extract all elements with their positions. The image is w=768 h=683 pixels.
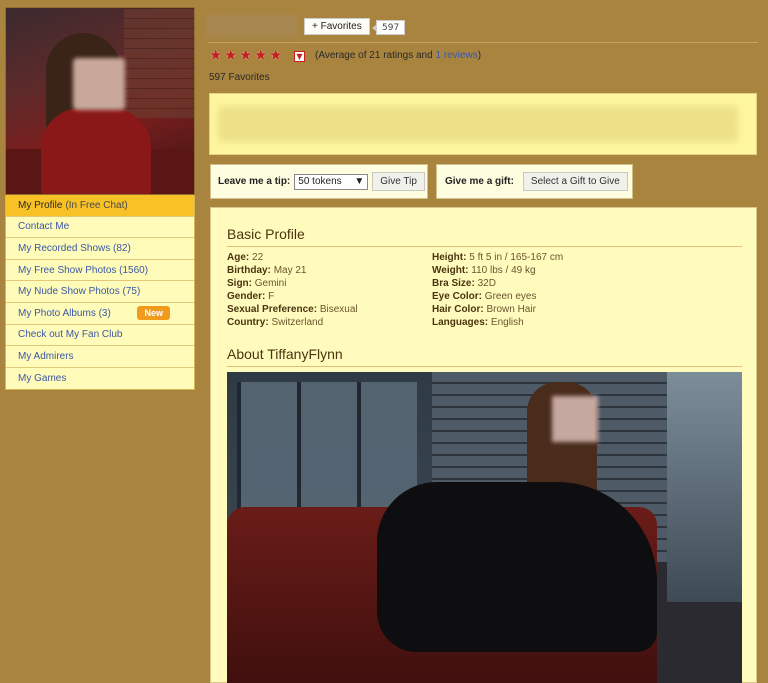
rating-summary: (Average of 21 ratings and 1 reviews) (315, 50, 481, 61)
avatar-dress (41, 108, 151, 194)
field-languages: Languages: English (432, 317, 524, 328)
favorites-total: 597 Favorites (209, 72, 270, 83)
status-message-box (209, 93, 757, 155)
gift-panel: Give me a gift: Select a Gift to Give (436, 164, 633, 199)
photo-window-right (667, 372, 742, 602)
menu-item-label: Contact Me (18, 221, 70, 233)
menu-item-fan-club[interactable]: Check out My Fan Club (6, 325, 194, 347)
username-blurred (206, 15, 298, 37)
new-badge: New (137, 305, 170, 320)
basic-profile-divider (227, 246, 742, 247)
profile-content: Basic Profile Age: 22 Height: 5 ft 5 in … (210, 207, 757, 683)
photo-face-blurred (552, 396, 598, 442)
about-title: About TiffanyFlynn (227, 346, 343, 362)
menu-item-recorded-shows[interactable]: My Recorded Shows (82) (6, 238, 194, 260)
field-birthday: Birthday: May 21 (227, 265, 307, 276)
rating-stars[interactable]: ★ ★ ★ ★ ★ (209, 48, 283, 63)
rating-dropdown-icon[interactable]: ▼ (294, 51, 305, 62)
field-hair-color: Hair Color: Brown Hair (432, 304, 536, 315)
photo-figure (377, 482, 657, 652)
menu-item-label: My Games (18, 373, 67, 385)
status-message-blurred (218, 106, 738, 142)
menu-item-admirers[interactable]: My Admirers (6, 346, 194, 368)
menu-item-label: My Free Show Photos (1560) (18, 264, 149, 276)
basic-profile-title: Basic Profile (227, 226, 305, 242)
star-icon[interactable]: ★ (209, 48, 223, 63)
field-eye-color: Eye Color: Green eyes (432, 291, 537, 302)
star-icon[interactable]: ★ (269, 48, 283, 63)
star-icon[interactable]: ★ (224, 48, 238, 63)
avatar-face-blurred (73, 58, 125, 110)
field-weight: Weight: 110 lbs / 49 kg (432, 265, 536, 276)
menu-item-nude-show-photos[interactable]: My Nude Show Photos (75) (6, 281, 194, 303)
basic-profile-fields: Age: 22 Height: 5 ft 5 in / 165-167 cm B… (227, 252, 742, 329)
rating-suffix: ) (477, 50, 482, 61)
star-icon[interactable]: ★ (239, 48, 253, 63)
field-country: Country: Switzerland (227, 317, 324, 328)
menu-item-label: My Nude Show Photos (75) (18, 286, 141, 298)
tip-amount-select[interactable]: 50 tokens ▼ (294, 173, 369, 190)
add-favorites-button[interactable]: + Favorites (304, 18, 370, 35)
favorites-count-bubble: 597 (371, 20, 406, 35)
menu-item-status: (In Free Chat) (65, 199, 128, 211)
chevron-down-icon: ▼ (354, 176, 365, 187)
menu-item-label: Check out My Fan Club (18, 329, 123, 341)
menu-item-my-profile[interactable]: My Profile (In Free Chat) (6, 195, 194, 217)
menu-item-free-show-photos[interactable]: My Free Show Photos (1560) (6, 260, 194, 282)
field-age: Age: 22 (227, 252, 264, 263)
menu-item-games[interactable]: My Games (6, 368, 194, 390)
reviews-link[interactable]: 1 reviews (435, 50, 477, 61)
about-photo[interactable] (227, 372, 742, 683)
avatar[interactable] (5, 7, 195, 195)
tip-panel: Leave me a tip: 50 tokens ▼ Give Tip (210, 164, 428, 199)
avatar-background (124, 8, 194, 118)
menu-item-label: My Admirers (18, 350, 74, 362)
field-gender: Gender: F (227, 291, 275, 302)
field-sexual-preference: Sexual Preference: Bisexual (227, 304, 358, 315)
tip-label: Leave me a tip: (218, 176, 291, 187)
menu-item-label: My Recorded Shows (82) (18, 242, 131, 254)
field-sign: Sign: Gemini (227, 278, 287, 289)
tip-amount-value: 50 tokens (298, 176, 342, 187)
star-icon[interactable]: ★ (254, 48, 268, 63)
field-bra-size: Bra Size: 32D (432, 278, 496, 289)
select-gift-button[interactable]: Select a Gift to Give (522, 172, 628, 191)
profile-menu: My Profile (In Free Chat) Contact Me My … (5, 195, 195, 391)
menu-item-contact-me[interactable]: Contact Me (6, 217, 194, 239)
menu-item-label: My Photo Albums (3) (18, 307, 111, 319)
sidebar: My Profile (In Free Chat) Contact Me My … (5, 7, 195, 391)
menu-item-photo-albums[interactable]: My Photo Albums (3) New (6, 303, 194, 325)
field-height: Height: 5 ft 5 in / 165-167 cm (432, 252, 564, 263)
menu-item-label: My Profile (18, 199, 63, 211)
give-tip-button[interactable]: Give Tip (372, 172, 425, 191)
header-divider (208, 42, 758, 43)
about-divider (227, 366, 742, 367)
gift-label: Give me a gift: (445, 176, 514, 187)
rating-prefix: (Average of 21 ratings and (315, 50, 436, 61)
